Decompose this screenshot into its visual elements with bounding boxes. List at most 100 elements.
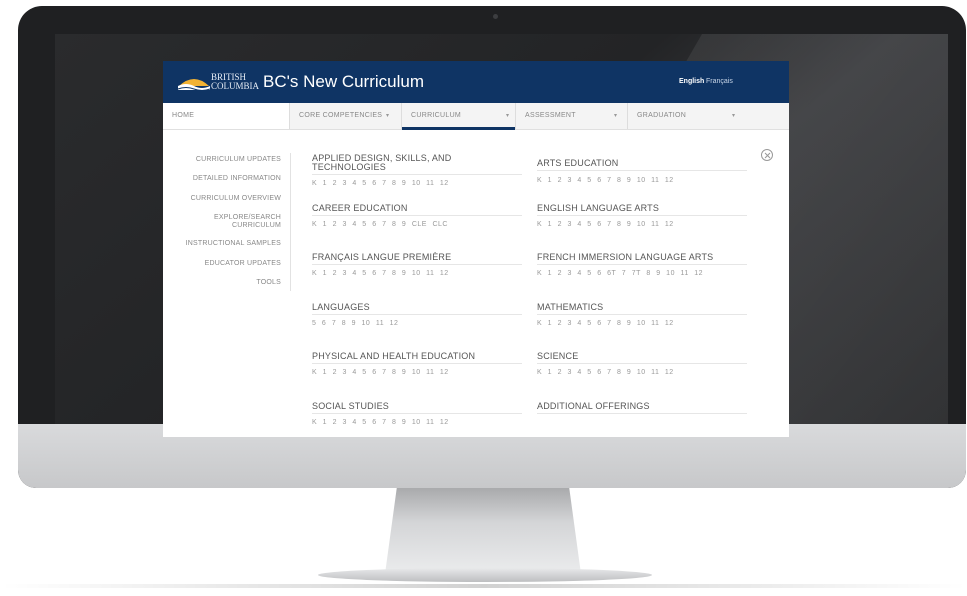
grade-link[interactable]: 11 bbox=[426, 270, 434, 277]
grade-link[interactable]: 1 bbox=[323, 180, 327, 187]
sidebar-item-instructional-samples[interactable]: INSTRUCTIONAL SAMPLES bbox=[171, 240, 281, 248]
grade-link[interactable]: 4 bbox=[352, 221, 356, 228]
grade-link[interactable]: 10 bbox=[637, 320, 646, 327]
grade-link[interactable]: 5 bbox=[362, 180, 366, 187]
grade-link[interactable]: 12 bbox=[440, 419, 449, 426]
grade-link[interactable]: 6 bbox=[597, 320, 601, 327]
grade-link[interactable]: 6 bbox=[597, 369, 601, 376]
grade-link[interactable]: 5 bbox=[587, 270, 591, 277]
grade-link[interactable]: K bbox=[312, 221, 317, 228]
grade-link[interactable]: 11 bbox=[651, 320, 659, 327]
grade-link[interactable]: 12 bbox=[440, 270, 449, 277]
grade-link[interactable]: 9 bbox=[352, 320, 356, 327]
subject-physical-health-education[interactable]: PHYSICAL AND HEALTH EDUCATION K123456789… bbox=[312, 352, 522, 376]
subject-english-language-arts[interactable]: ENGLISH LANGUAGE ARTS K 1 2 3 4 5 6 7 8 9 10 11 12 bbox=[537, 204, 747, 228]
subject-title[interactable]: MATHEMATICS bbox=[537, 303, 747, 315]
subject-social-studies[interactable]: SOCIAL STUDIES K 1 2 3 4 5 6 7 8 9 10 11 12 bbox=[312, 402, 522, 426]
grade-link[interactable]: 3 bbox=[342, 180, 346, 187]
sidebar-item-curriculum-overview[interactable]: CURRICULUM OVERVIEW bbox=[171, 195, 281, 203]
subject-arts-education[interactable]: ARTS EDUCATION K 1 2 3 4 5 6 7 8 9 10 11 12 bbox=[537, 159, 747, 184]
sidebar-item-explore-search[interactable]: EXPLORE/SEARCH CURRICULUM bbox=[195, 214, 281, 230]
subject-title[interactable]: ADDITIONAL OFFERINGS bbox=[537, 402, 747, 414]
grade-link[interactable]: 1 bbox=[548, 177, 552, 184]
grade-link[interactable]: 3 bbox=[342, 419, 346, 426]
grade-link[interactable]: 5 bbox=[312, 320, 316, 327]
grade-link[interactable]: 1 bbox=[548, 369, 552, 376]
grade-link[interactable]: 6 bbox=[372, 221, 376, 228]
grade-link[interactable]: 4 bbox=[352, 369, 356, 376]
subject-career-education[interactable]: CAREER EDUCATION K 1 2 3 4 5 6 7 8 9 CLE CLC bbox=[312, 204, 522, 228]
grade-link[interactable]: K bbox=[312, 180, 317, 187]
subject-title[interactable]: FRENCH IMMERSION LANGUAGE ARTS bbox=[537, 253, 747, 265]
grade-link[interactable]: 7 bbox=[382, 180, 386, 187]
grade-link[interactable]: 7 bbox=[622, 270, 626, 277]
grade-link[interactable]: 6 bbox=[597, 177, 601, 184]
grade-link[interactable]: 5 bbox=[362, 221, 366, 228]
grade-link[interactable]: 3 bbox=[567, 221, 571, 228]
grade-link[interactable]: 9 bbox=[402, 221, 406, 228]
grade-link[interactable]: 4 bbox=[352, 419, 356, 426]
grade-link[interactable]: 8 bbox=[617, 369, 621, 376]
grade-link[interactable]: 8 bbox=[617, 221, 621, 228]
grade-link[interactable]: 3 bbox=[567, 177, 571, 184]
grade-link[interactable]: K bbox=[537, 369, 542, 376]
grade-link[interactable]: 4 bbox=[577, 221, 581, 228]
grade-link[interactable]: 6 bbox=[322, 320, 326, 327]
grade-link[interactable]: 3 bbox=[567, 270, 571, 277]
grade-link[interactable]: 5 bbox=[587, 177, 591, 184]
grade-link[interactable]: 1 bbox=[323, 221, 327, 228]
grade-link[interactable]: 6 bbox=[372, 270, 376, 277]
grade-link[interactable]: 7 bbox=[607, 369, 611, 376]
grade-link[interactable]: 8 bbox=[646, 270, 650, 277]
grade-link[interactable]: 1 bbox=[548, 270, 552, 277]
grade-link[interactable]: 11 bbox=[376, 320, 384, 327]
grade-link[interactable]: 7T bbox=[632, 270, 641, 277]
grade-link[interactable]: 12 bbox=[440, 369, 449, 376]
grade-link[interactable]: 11 bbox=[651, 221, 659, 228]
grade-link[interactable]: 7 bbox=[382, 270, 386, 277]
subject-title[interactable]: CAREER EDUCATION bbox=[312, 204, 522, 216]
grade-link[interactable]: 3 bbox=[567, 320, 571, 327]
subject-french-immersion[interactable]: FRENCH IMMERSION LANGUAGE ARTS K 1 2 3 4 5 6 6T… bbox=[537, 253, 747, 277]
grade-link[interactable]: 11 bbox=[651, 369, 659, 376]
grade-link[interactable]: 10 bbox=[362, 320, 371, 327]
grade-link[interactable]: 9 bbox=[402, 369, 406, 376]
grade-link[interactable]: 4 bbox=[577, 270, 581, 277]
grade-link[interactable]: 3 bbox=[342, 369, 346, 376]
grade-link[interactable]: K bbox=[537, 177, 542, 184]
grade-link[interactable]: 11 bbox=[426, 369, 434, 376]
grade-link[interactable]: 7 bbox=[607, 221, 611, 228]
grade-link[interactable]: 9 bbox=[627, 177, 631, 184]
subject-science[interactable]: SCIENCE K 1 2 3 4 5 6 7 8 9 10 11 12 bbox=[537, 352, 747, 376]
grade-link[interactable]: K bbox=[312, 369, 317, 376]
grade-link[interactable]: 12 bbox=[440, 180, 449, 187]
bc-logo[interactable]: BRITISH COLUMBIA bbox=[177, 70, 259, 94]
grade-link[interactable]: 6 bbox=[372, 419, 376, 426]
grade-link[interactable]: 2 bbox=[558, 369, 562, 376]
subject-title[interactable]: APPLIED DESIGN, SKILLS, AND TECHNOLOGIES bbox=[312, 154, 522, 175]
grade-link[interactable]: 5 bbox=[362, 369, 366, 376]
subject-languages[interactable]: LANGUAGES 5 6 7 8 9 10 11 12 bbox=[312, 303, 522, 327]
grade-link[interactable]: 6 bbox=[372, 180, 376, 187]
grade-link[interactable]: 2 bbox=[558, 320, 562, 327]
grade-link[interactable]: 7 bbox=[382, 369, 386, 376]
grade-link[interactable]: 2 bbox=[333, 270, 337, 277]
grade-link[interactable]: 8 bbox=[617, 177, 621, 184]
nav-graduation[interactable]: GRADUATION ▾ bbox=[627, 103, 739, 129]
grade-link[interactable]: 9 bbox=[402, 270, 406, 277]
grade-link[interactable]: 10 bbox=[666, 270, 675, 277]
close-icon[interactable] bbox=[761, 149, 773, 161]
grade-link[interactable]: 4 bbox=[352, 270, 356, 277]
nav-core-competencies[interactable]: CORE COMPETENCIES ▾ bbox=[289, 103, 401, 129]
grade-link[interactable]: 5 bbox=[362, 270, 366, 277]
grade-link[interactable]: 10 bbox=[637, 369, 646, 376]
grade-link[interactable]: 10 bbox=[412, 419, 421, 426]
grade-link[interactable]: 4 bbox=[352, 180, 356, 187]
grade-link[interactable]: 8 bbox=[392, 419, 396, 426]
subject-title[interactable]: ARTS EDUCATION bbox=[537, 159, 747, 171]
grade-link[interactable]: 6T bbox=[607, 270, 616, 277]
grade-link[interactable]: 12 bbox=[665, 221, 674, 228]
grade-link[interactable]: 7 bbox=[382, 221, 386, 228]
language-english-link[interactable]: English bbox=[679, 78, 704, 85]
grade-link[interactable]: 3 bbox=[342, 221, 346, 228]
